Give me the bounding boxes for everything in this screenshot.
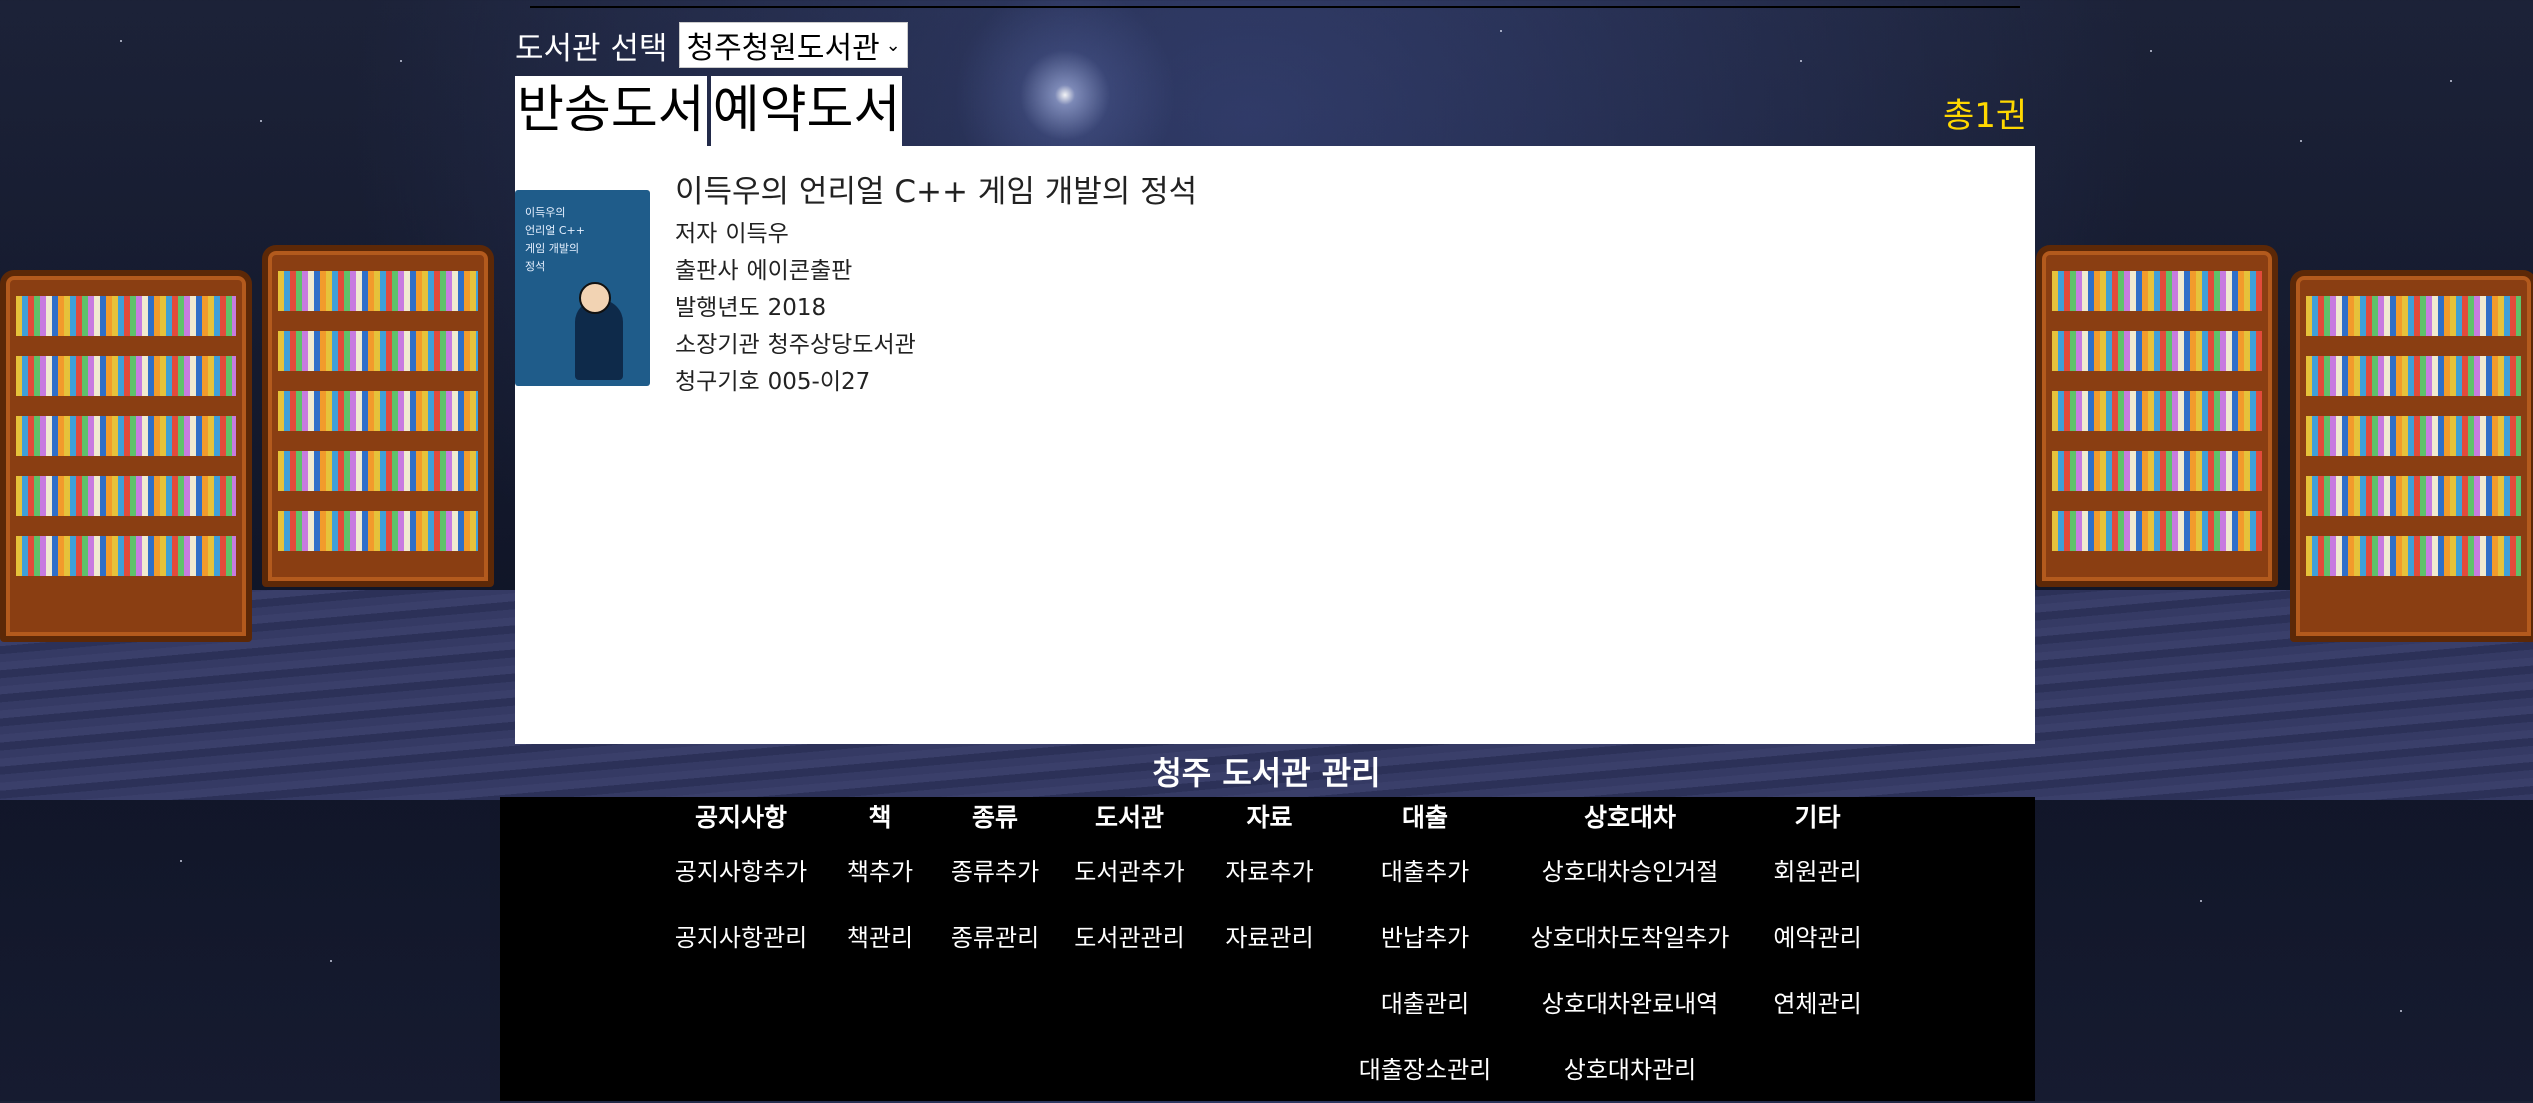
admin-col-head: 책 <box>868 803 892 832</box>
admin-link[interactable]: 책관리 <box>830 905 930 971</box>
library-select-row: 도서관 선택 청주청원도서관 ⌄ <box>515 22 908 68</box>
library-select-label: 도서관 선택 <box>515 30 668 67</box>
admin-link[interactable]: 공지사항추가 <box>660 839 822 905</box>
book-author: 저자 이득우 <box>675 221 789 247</box>
top-divider <box>530 6 2020 8</box>
admin-title: 청주 도서관 관리 <box>1152 754 1381 792</box>
book-cover-image[interactable]: 이득우의 언리얼 C++ 게임 개발의 정석 <box>515 190 650 386</box>
admin-col-type: 종류 종류추가 종류관리 <box>940 797 1050 971</box>
admin-link[interactable]: 대출장소관리 <box>1345 1037 1505 1103</box>
admin-menu: 공지사항 공지사항추가 공지사항관리 책 책추가 책관리 종류 종류추가 종류관… <box>500 797 2035 1101</box>
book-list-panel: 이득우의 언리얼 C++ 게임 개발의 정석 이득우의 언리얼 C++ 게임 개… <box>515 146 2035 744</box>
admin-link[interactable]: 공지사항관리 <box>660 905 822 971</box>
admin-col-library: 도서관 도서관추가 도서관관리 <box>1062 797 1197 971</box>
admin-link[interactable]: 자료추가 <box>1212 839 1327 905</box>
admin-col-head: 기타 <box>1794 803 1841 832</box>
admin-col-book: 책 책추가 책관리 <box>830 797 930 971</box>
admin-col-material: 자료 자료추가 자료관리 <box>1212 797 1327 971</box>
library-select[interactable]: 청주청원도서관 ⌄ <box>679 22 908 68</box>
admin-col-head: 상호대차 <box>1583 803 1676 832</box>
book-title[interactable]: 이득우의 언리얼 C++ 게임 개발의 정석 <box>675 166 1197 211</box>
admin-link[interactable]: 상호대차관리 <box>1515 1037 1745 1103</box>
cover-figure-head <box>579 282 611 314</box>
admin-link[interactable]: 상호대차도착일추가 <box>1515 905 1745 971</box>
admin-link[interactable]: 연체관리 <box>1755 971 1880 1037</box>
admin-col-head: 자료 <box>1246 803 1293 832</box>
admin-col-loan: 대출 대출추가 반납추가 대출관리 대출장소관리 <box>1345 797 1505 1103</box>
chevron-down-icon: ⌄ <box>885 34 901 56</box>
tab-bar: 반송도서 예약도서 <box>515 76 903 146</box>
admin-col-head: 공지사항 <box>694 803 787 832</box>
admin-col-head: 도서관 <box>1094 803 1164 832</box>
admin-link[interactable]: 상호대차완료내역 <box>1515 971 1745 1037</box>
admin-link[interactable]: 대출관리 <box>1345 971 1505 1037</box>
admin-link[interactable]: 종류추가 <box>940 839 1050 905</box>
admin-col-etc: 기타 회원관리 예약관리 연체관리 <box>1755 797 1880 1037</box>
admin-link[interactable]: 도서관추가 <box>1062 839 1197 905</box>
admin-link[interactable]: 상호대차승인거절 <box>1515 839 1745 905</box>
admin-link[interactable]: 대출추가 <box>1345 839 1505 905</box>
admin-link[interactable]: 종류관리 <box>940 905 1050 971</box>
admin-col-interlibrary: 상호대차 상호대차승인거절 상호대차도착일추가 상호대차완료내역 상호대차관리 <box>1515 797 1745 1103</box>
cover-text: 이득우의 언리얼 C++ 게임 개발의 정석 <box>525 206 585 273</box>
library-select-value: 청주청원도서관 <box>686 31 880 66</box>
admin-link[interactable]: 도서관관리 <box>1062 905 1197 971</box>
admin-col-head: 종류 <box>971 803 1018 832</box>
book-year: 발행년도 2018 <box>675 295 827 321</box>
admin-col-head: 대출 <box>1401 803 1448 832</box>
admin-link[interactable]: 예약관리 <box>1755 905 1880 971</box>
total-count: 총1권 <box>1943 96 2028 136</box>
tab-returned-books[interactable]: 반송도서 <box>515 76 707 146</box>
book-info: 저자 이득우 출판사 에이콘출판 발행년도 2018 소장기관 청주상당도서관 청구기호… <box>675 216 916 401</box>
tab-reserved-books[interactable]: 예약도서 <box>710 76 903 146</box>
admin-link[interactable]: 책추가 <box>830 839 930 905</box>
admin-link[interactable]: 회원관리 <box>1755 839 1880 905</box>
book-holding-library: 소장기관 청주상당도서관 <box>675 332 916 358</box>
admin-link[interactable]: 반납추가 <box>1345 905 1505 971</box>
book-call-number: 청구기호 005-이27 <box>675 369 871 395</box>
admin-link[interactable]: 자료관리 <box>1212 905 1327 971</box>
book-publisher: 출판사 에이콘출판 <box>675 258 853 284</box>
admin-col-notice: 공지사항 공지사항추가 공지사항관리 <box>660 797 822 971</box>
